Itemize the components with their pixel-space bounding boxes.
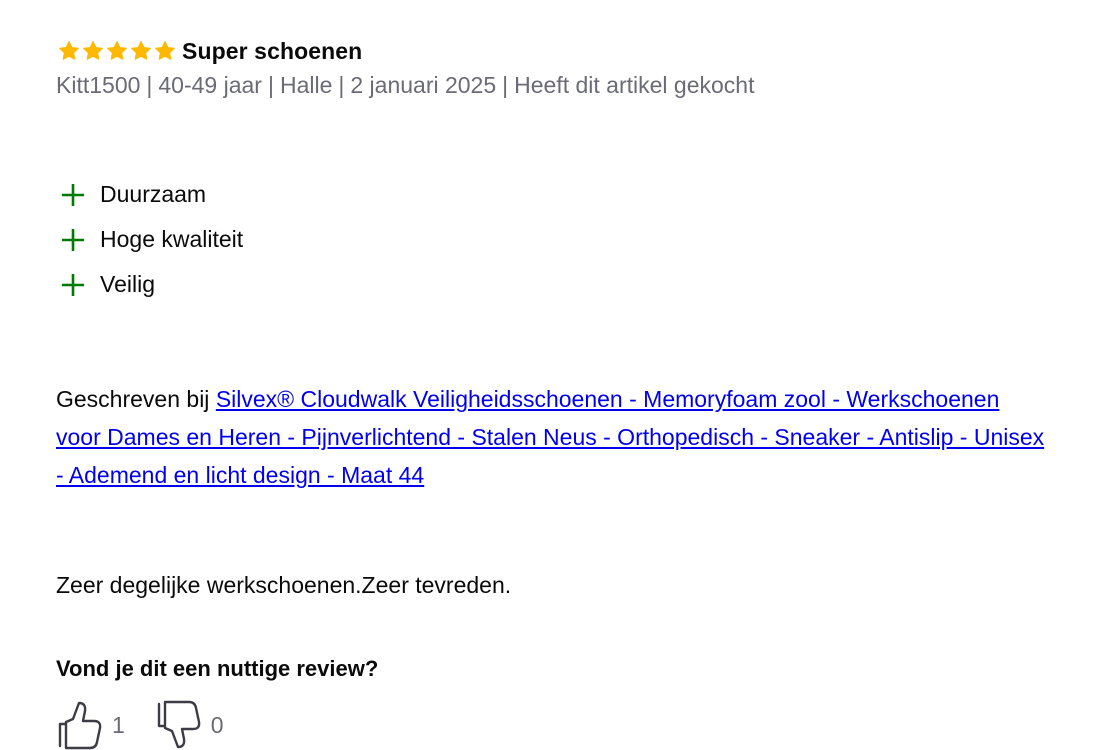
- review-location: Halle: [279, 72, 333, 98]
- review-age: 40-49 jaar: [158, 72, 262, 98]
- plus-icon: [62, 228, 84, 251]
- plus-icon: [62, 183, 84, 206]
- thumbs-up-icon: [58, 701, 102, 750]
- written-for: Geschreven bij Silvex® Cloudwalk Veiligh…: [56, 380, 1046, 494]
- meta-separator: |: [267, 72, 274, 98]
- pros-list: Duurzaam Hoge kwaliteit Veilig: [56, 172, 243, 307]
- star-icon: [131, 41, 151, 60]
- written-for-prefix: Geschreven bij: [56, 386, 216, 412]
- review-date: 2 januari 2025: [350, 72, 497, 98]
- plus-icon: [62, 273, 84, 296]
- review-header: Super schoenen: [56, 34, 1056, 68]
- purchase-status: Heeft dit artikel gekocht: [514, 72, 755, 98]
- pro-label: Hoge kwaliteit: [100, 226, 244, 252]
- pro-item: Veilig: [56, 262, 243, 307]
- review-author: Kitt1500: [56, 72, 141, 98]
- pro-label: Veilig: [100, 271, 155, 297]
- meta-separator: |: [338, 72, 345, 98]
- star-icon: [107, 41, 127, 60]
- star-rating: [58, 40, 176, 62]
- vote-up-button[interactable]: 1: [56, 700, 125, 750]
- review-card: Super schoenen Kitt1500 | 40-49 jaar | Halle…: [56, 34, 1056, 750]
- pro-item: Hoge kwaliteit: [56, 217, 243, 262]
- review-title: Super schoenen: [182, 37, 363, 64]
- pro-label: Duurzaam: [100, 181, 207, 207]
- star-icon: [155, 41, 175, 60]
- meta-separator: |: [502, 72, 509, 98]
- star-icon: [83, 41, 103, 60]
- star-icon: [59, 41, 79, 60]
- thumbs-down-icon: [157, 700, 201, 749]
- helpful-question: Vond je dit een nuttige review?: [56, 656, 379, 681]
- review-meta: Kitt1500 | 40-49 jaar | Halle | 2 januari 2025…: [56, 72, 1056, 99]
- vote-down-button[interactable]: 0: [155, 700, 224, 750]
- vote-bar: 1 0: [56, 700, 224, 750]
- review-body: Zeer degelijke werkschoenen.Zeer tevrede…: [56, 572, 512, 598]
- meta-separator: |: [146, 72, 153, 98]
- vote-down-count: 0: [210, 711, 224, 738]
- vote-up-count: 1: [112, 711, 125, 738]
- pro-item: Duurzaam: [56, 172, 243, 217]
